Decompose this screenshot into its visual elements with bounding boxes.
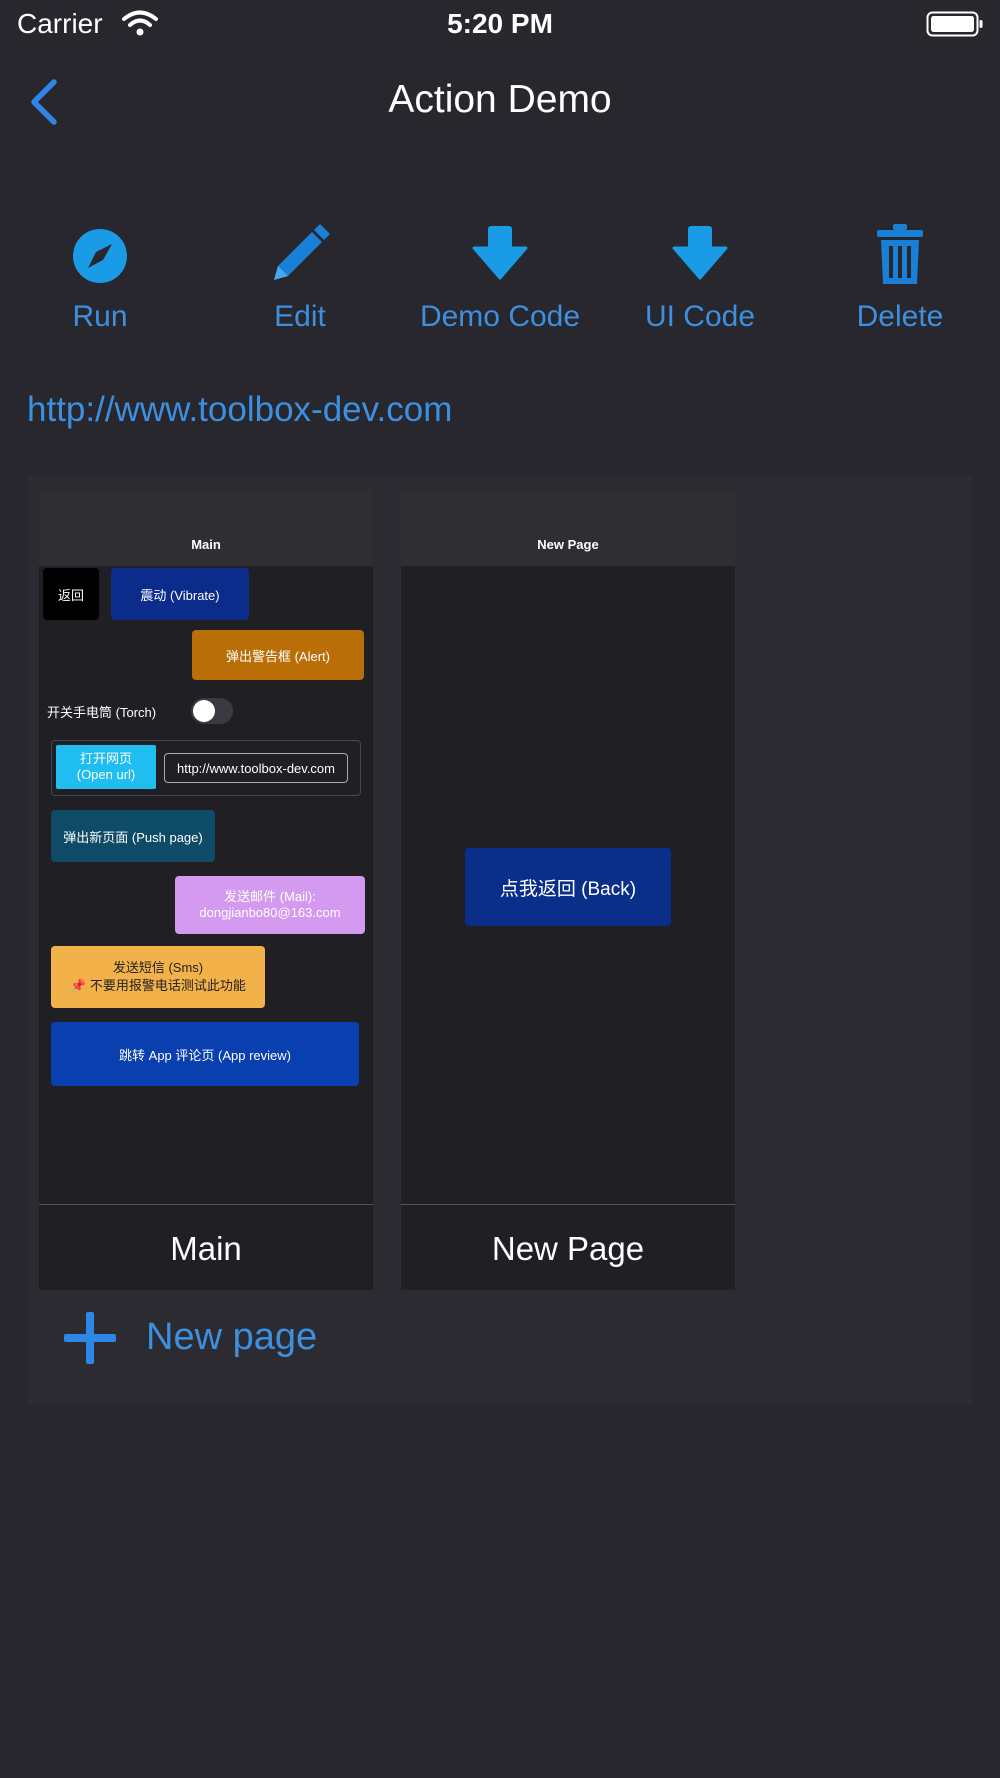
edit-button[interactable]: Edit: [200, 224, 400, 334]
preview-mail-line1: 发送邮件 (Mail):: [224, 889, 316, 904]
pages-panel: Main 返回 震动 (Vibrate) 弹出警告框 (Alert) 开关手电筒…: [28, 476, 972, 1405]
page-preview-header: Main: [39, 490, 373, 566]
new-page-label: New page: [146, 1316, 318, 1358]
ui-code-label: UI Code: [644, 300, 756, 333]
preview-mail-line2: dongjianbo80@163.com: [199, 905, 341, 920]
download-arrow-icon: [672, 226, 728, 280]
run-label: Run: [72, 300, 128, 333]
page-preview-title: New Page: [537, 537, 599, 552]
demo-code-button[interactable]: Demo Code: [400, 226, 600, 334]
status-bar: Carrier 5:20 PM: [0, 0, 1000, 50]
preview-url-field: http://www.toolbox-dev.com: [164, 753, 348, 783]
preview-open-url-line1: 打开网页: [79, 751, 132, 766]
pencil-icon: [274, 224, 330, 280]
action-toolbar: Run Edit Demo Code UI Code Delete: [0, 224, 1000, 348]
preview-open-url-line2: (Open url): [76, 767, 136, 782]
preview-sms-button: 发送短信 (Sms) 📌 不要用报警电话测试此功能: [51, 946, 265, 1008]
preview-open-url-button: 打开网页 (Open url): [56, 745, 156, 789]
card-divider: [401, 1204, 735, 1205]
preview-sms-line2: 📌 不要用报警电话测试此功能: [70, 978, 246, 993]
preview-mail-button: 发送邮件 (Mail): dongjianbo80@163.com: [175, 876, 365, 934]
ui-code-button[interactable]: UI Code: [600, 226, 800, 334]
card-divider: [39, 1204, 373, 1205]
delete-button[interactable]: Delete: [800, 224, 1000, 334]
page-card-main[interactable]: Main 返回 震动 (Vibrate) 弹出警告框 (Alert) 开关手电筒…: [39, 490, 373, 1290]
preview-open-url-row: 打开网页 (Open url) http://www.toolbox-dev.c…: [51, 740, 361, 796]
preview-app-review-button: 跳转 App 评论页 (App review): [51, 1022, 359, 1086]
clock: 5:20 PM: [447, 8, 553, 39]
preview-torch-toggle: [191, 698, 233, 724]
preview-back-button: 返回: [43, 568, 99, 620]
page-name-new-page: New Page: [491, 1230, 645, 1267]
page-title: Action Demo: [388, 78, 612, 121]
delete-label: Delete: [856, 300, 944, 333]
run-button[interactable]: Run: [0, 228, 200, 334]
demo-code-label: Demo Code: [419, 300, 581, 333]
page-card-new-page[interactable]: New Page 点我返回 (Back) New Page: [401, 490, 735, 1290]
trash-icon: [877, 224, 923, 284]
page-preview-header: New Page: [401, 490, 735, 566]
battery-icon: [926, 11, 984, 42]
preview-sms-line1: 发送短信 (Sms): [112, 960, 204, 975]
download-arrow-icon: [472, 226, 528, 280]
preview-push-page-button: 弹出新页面 (Push page): [51, 810, 215, 862]
plus-icon: [64, 1312, 116, 1364]
preview-back-button: 点我返回 (Back): [465, 848, 671, 926]
navigation-bar: Action Demo: [0, 60, 1000, 144]
preview-torch-label: 开关手电筒 (Torch): [47, 704, 157, 720]
preview-alert-button: 弹出警告框 (Alert): [192, 630, 364, 680]
preview-vibrate-button: 震动 (Vibrate): [111, 568, 249, 620]
page-preview-title: Main: [191, 537, 221, 552]
compass-icon: [73, 229, 127, 283]
website-link[interactable]: http://www.toolbox-dev.com: [27, 390, 452, 430]
page-name-main: Main: [170, 1230, 242, 1267]
edit-label: Edit: [274, 300, 326, 333]
